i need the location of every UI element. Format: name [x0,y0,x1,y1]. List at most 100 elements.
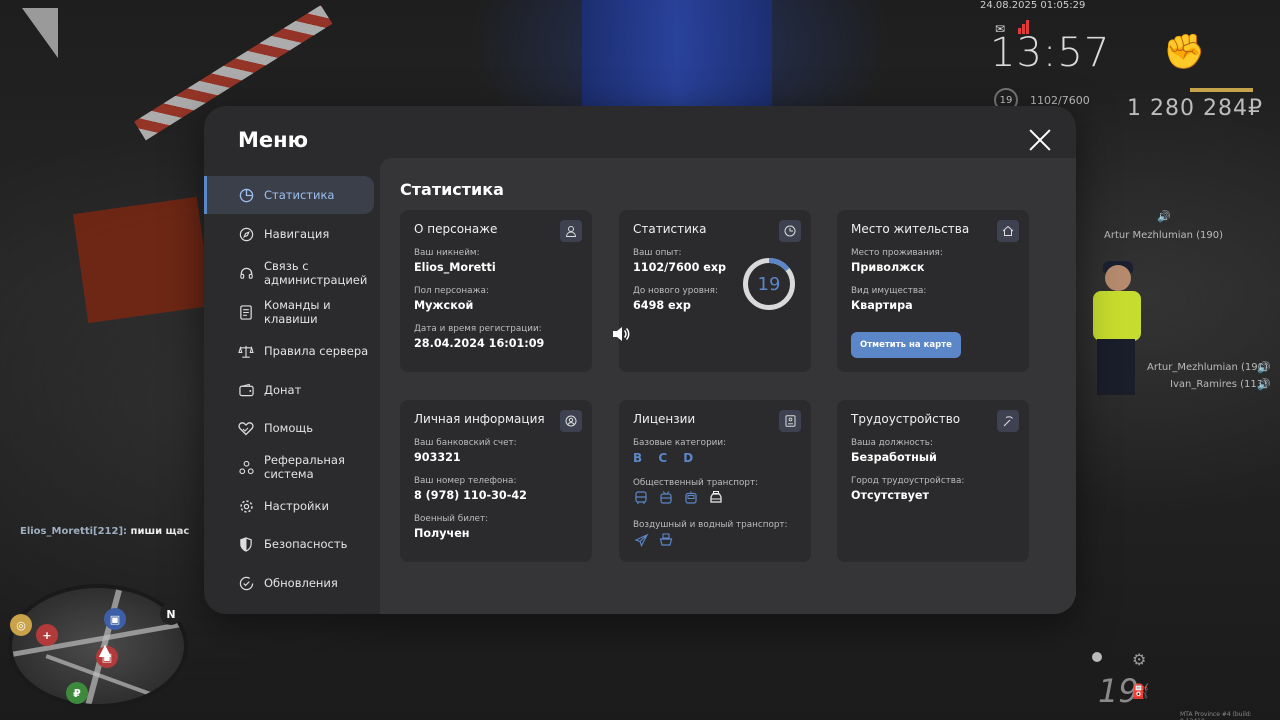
map-blip-icon: ◎ [10,614,32,636]
mark-on-map-button[interactable]: Отметить на карте [851,332,961,358]
hud-money-bar [1190,88,1253,92]
military-id-value: Получен [414,527,470,540]
car-blip-icon: ▣ [104,608,126,630]
user-circle-icon [560,410,582,432]
speaker-icon: 🔊 [1257,378,1271,391]
level-number: 19 [757,273,781,295]
sidebar-item-label: Команды и клавиши [264,298,331,326]
headset-icon [238,265,254,281]
boat-icon [657,532,675,548]
sidebar-item-label: Донат [264,383,302,397]
tram-icon [682,490,700,506]
card-character: О персонаже Ваш никнейм: Elios_Moretti П… [400,210,592,372]
sidebar-item-label: Обновления [264,576,338,590]
job-city-value: Отсутствует [851,489,929,502]
chat-text: пиши щас [130,526,190,537]
field-label: До нового уровня: [633,286,718,296]
card-residence: Место жительства Место проживания: Приво… [837,210,1029,372]
statistics-panel: Статистика О персонаже Ваш никнейм: Elio… [380,158,1076,614]
exp-value: 1102/7600 exp [633,261,727,274]
sidebar-item-label: Связь с администрацией [264,259,368,287]
field-label: Базовые категории: [633,438,727,448]
bank-account-value: 903321 [414,451,461,464]
air-water-licenses [632,532,675,548]
fist-icon: ✊ [1163,32,1206,72]
page-title: Статистика [400,180,504,199]
sidebar-item-security[interactable]: Безопасность [204,525,374,563]
wallet-icon [238,382,254,398]
sidebar-item-help[interactable]: Помощь [204,409,374,447]
sidebar-item-updates[interactable]: Обновления [204,564,374,602]
player-arrow-icon: ▲ [98,639,112,659]
engine-icon: ⚙ [1132,650,1147,669]
bus-icon [632,490,650,506]
player-name-tag: Ivan_Ramires (113) [1170,379,1268,390]
gear-icon [238,498,254,514]
document-icon [238,304,254,320]
voice-speaker-icon [612,326,630,346]
pie-chart-icon [238,187,254,203]
field-label: Пол персонажа: [414,286,489,296]
field-label: Военный билет: [414,514,489,524]
user-icon [560,220,582,242]
field-label: Ваш опыт: [633,248,682,258]
sidebar-item-admin-contact[interactable]: Связь с администрацией [204,254,374,292]
menu-modal: Меню Статистика Навигация Связь с админи… [204,106,1076,614]
world-crate [72,196,213,324]
scales-icon [238,343,254,359]
card-personal-info: Личная информация Ваш банковский счет: 9… [400,400,592,562]
sidebar-item-label: Настройки [264,499,329,513]
sidebar-item-referral[interactable]: Реферальная система [204,448,374,486]
field-label: Общественный транспорт: [633,478,759,488]
sidebar-item-statistics[interactable]: Статистика [204,176,374,214]
field-label: Ваш номер телефона: [414,476,517,486]
ruble-blip-icon: ₽ [66,682,88,704]
sidebar-item-rules[interactable]: Правила сервера [204,332,374,370]
card-employment: Трудоустройство Ваша должность: Безработ… [837,400,1029,562]
job-position-value: Безработный [851,451,937,464]
sidebar-item-settings[interactable]: Настройки [204,487,374,525]
pickaxe-icon [997,410,1019,432]
speaker-icon: 🔊 [1157,210,1171,223]
house-icon [997,220,1019,242]
player-name-tag: Artur_Mezhlumian (190) [1147,362,1268,373]
sidebar-item-navigation[interactable]: Навигация [204,215,374,253]
card-title: Личная информация [414,412,545,426]
hospital-blip-icon: + [36,624,58,646]
sidebar-item-label: Безопасность [264,537,348,551]
check-circle-icon [238,575,254,591]
shield-icon [238,536,254,552]
public-transport-licenses [632,490,725,506]
close-button[interactable] [1026,126,1054,154]
chat-author: Elios_Moretti[212]: [20,526,128,537]
card-title: Статистика [633,222,707,236]
field-label: Ваш банковский счет: [414,438,517,448]
compass-icon [238,226,254,242]
heart-handshake-icon [238,420,254,436]
registration-value: 28.04.2024 16:01:09 [414,337,545,350]
speaker-icon: 🔊 [1257,361,1271,374]
field-label: Ваша должность: [851,438,933,448]
residence-value: Приволжск [851,261,925,274]
field-label: Ваш никнейм: [414,248,480,258]
gender-value: Мужской [414,299,474,312]
card-licenses: Лицензии Базовые категории: B C D Общест… [619,400,811,562]
sidebar-item-label: Статистика [264,188,335,202]
npc-police-officer [1085,261,1145,395]
plane-icon [632,532,650,548]
fuel-icon: ⛽ [1132,684,1150,700]
field-label: Вид имущества: [851,286,927,296]
sidebar-item-donate[interactable]: Донат [204,371,374,409]
trolleybus-icon [657,490,675,506]
property-value: Квартира [851,299,913,312]
field-label: Дата и время регистрации: [414,324,542,334]
hud-money: 1 280 284₽ [1127,96,1263,121]
lock-icon [1092,652,1102,662]
phone-value: 8 (978) 110-30-42 [414,489,527,502]
chat-message: Elios_Moretti[212]: пиши щас [20,526,189,537]
sidebar-item-commands[interactable]: Команды и клавиши [204,293,374,331]
hud-clock: 13:57 [990,30,1111,76]
minimap-north-indicator: N [160,603,182,625]
nickname-value: Elios_Moretti [414,261,496,274]
field-label: Место проживания: [851,248,943,258]
